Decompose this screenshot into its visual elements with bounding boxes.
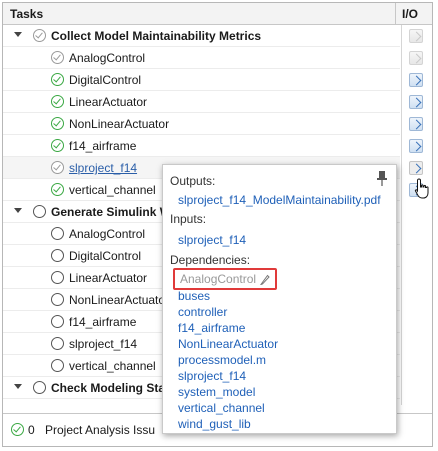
io-icon[interactable] xyxy=(409,73,423,87)
io-icon[interactable] xyxy=(409,139,423,153)
checkmark-icon xyxy=(51,51,64,64)
status-circle-icon xyxy=(33,205,46,218)
io-column-divider xyxy=(401,25,402,405)
task-label: slproject_f14 xyxy=(69,161,138,175)
task-group-row[interactable]: Collect Model Maintainability Metrics xyxy=(3,25,400,47)
status-circle-icon xyxy=(33,381,46,394)
dependency-link[interactable]: vertical_channel xyxy=(178,401,265,415)
io-icon[interactable] xyxy=(409,117,423,131)
pencil-icon xyxy=(260,274,270,285)
task-label: Generate Simulink W xyxy=(51,205,172,219)
highlighted-dependency[interactable]: AnalogControl xyxy=(173,268,277,290)
status-circle-icon xyxy=(51,337,64,350)
io-popup: Outputs: slproject_f14_ModelMaintainabil… xyxy=(162,164,397,434)
task-label: vertical_channel xyxy=(69,183,156,197)
task-label: DigitalControl xyxy=(69,249,142,263)
task-label: LinearActuator xyxy=(69,271,148,285)
status-circle-icon xyxy=(51,227,64,240)
pin-icon[interactable] xyxy=(376,170,388,186)
io-icon[interactable] xyxy=(409,161,423,175)
task-label: f14_airframe xyxy=(69,315,137,329)
checkmark-icon xyxy=(51,183,64,196)
input-link[interactable]: slproject_f14 xyxy=(178,233,246,247)
task-label: NonLinearActuator xyxy=(69,117,170,131)
dependency-link[interactable]: f14_airframe xyxy=(178,321,245,335)
task-row[interactable]: NonLinearActuator xyxy=(3,113,400,135)
io-column-header[interactable]: I/O xyxy=(402,7,418,21)
task-row[interactable]: f14_airframe xyxy=(3,135,400,157)
table-header: Tasks I/O xyxy=(3,3,432,25)
checkmark-icon xyxy=(51,161,64,174)
task-label: f14_airframe xyxy=(69,139,137,153)
checkmark-icon xyxy=(51,139,64,152)
dependency-link[interactable]: slproject_f14 xyxy=(178,369,246,383)
io-icon[interactable] xyxy=(409,51,423,65)
task-label: LinearActuator xyxy=(69,95,148,109)
output-link[interactable]: slproject_f14_ModelMaintainability.pdf xyxy=(178,193,381,207)
status-circle-icon xyxy=(51,359,64,372)
checkmark-icon xyxy=(11,423,24,436)
task-label: AnalogControl xyxy=(69,227,146,241)
issue-count: 0 xyxy=(28,423,35,437)
task-row[interactable]: DigitalControl xyxy=(3,69,400,91)
checkmark-icon xyxy=(51,95,64,108)
task-row[interactable]: LinearActuator xyxy=(3,91,400,113)
outputs-heading: Outputs: xyxy=(170,174,216,188)
dependency-link[interactable]: system_model xyxy=(178,385,255,399)
dependency-link[interactable]: controller xyxy=(178,305,227,319)
dependency-link[interactable]: wind_gust_lib xyxy=(178,417,251,431)
task-label: vertical_channel xyxy=(69,359,156,373)
task-row[interactable]: AnalogControl xyxy=(3,47,400,69)
io-icon[interactable] xyxy=(409,95,423,109)
task-label: slproject_f14 xyxy=(69,337,138,351)
disabled-dependency-label: AnalogControl xyxy=(180,272,257,286)
hand-cursor-icon xyxy=(414,178,429,199)
task-label: Collect Model Maintainability Metrics xyxy=(51,29,262,43)
tasks-column-header[interactable]: Tasks xyxy=(10,7,43,21)
caret-down-icon[interactable] xyxy=(14,384,22,389)
status-circle-icon xyxy=(51,293,64,306)
status-circle-icon xyxy=(51,315,64,328)
header-divider xyxy=(395,3,396,25)
checkmark-icon xyxy=(33,29,46,42)
inputs-heading: Inputs: xyxy=(170,212,207,226)
status-circle-icon xyxy=(51,249,64,262)
checkmark-icon xyxy=(51,73,64,86)
task-label: NonLinearActuato xyxy=(69,293,166,307)
dependencies-heading: Dependencies: xyxy=(170,253,251,267)
dependency-link[interactable]: NonLinearActuator xyxy=(178,337,278,351)
checkmark-icon xyxy=(51,117,64,130)
issues-label[interactable]: Project Analysis Issu xyxy=(45,423,155,437)
task-label: DigitalControl xyxy=(69,73,142,87)
dependency-link[interactable]: buses xyxy=(178,289,210,303)
io-icon[interactable] xyxy=(409,29,423,43)
status-circle-icon xyxy=(51,271,64,284)
dependency-link[interactable]: processmodel.m xyxy=(178,353,266,367)
task-label: Check Modeling Sta xyxy=(51,381,166,395)
caret-down-icon[interactable] xyxy=(14,32,22,37)
task-label: AnalogControl xyxy=(69,51,146,65)
caret-down-icon[interactable] xyxy=(14,208,22,213)
